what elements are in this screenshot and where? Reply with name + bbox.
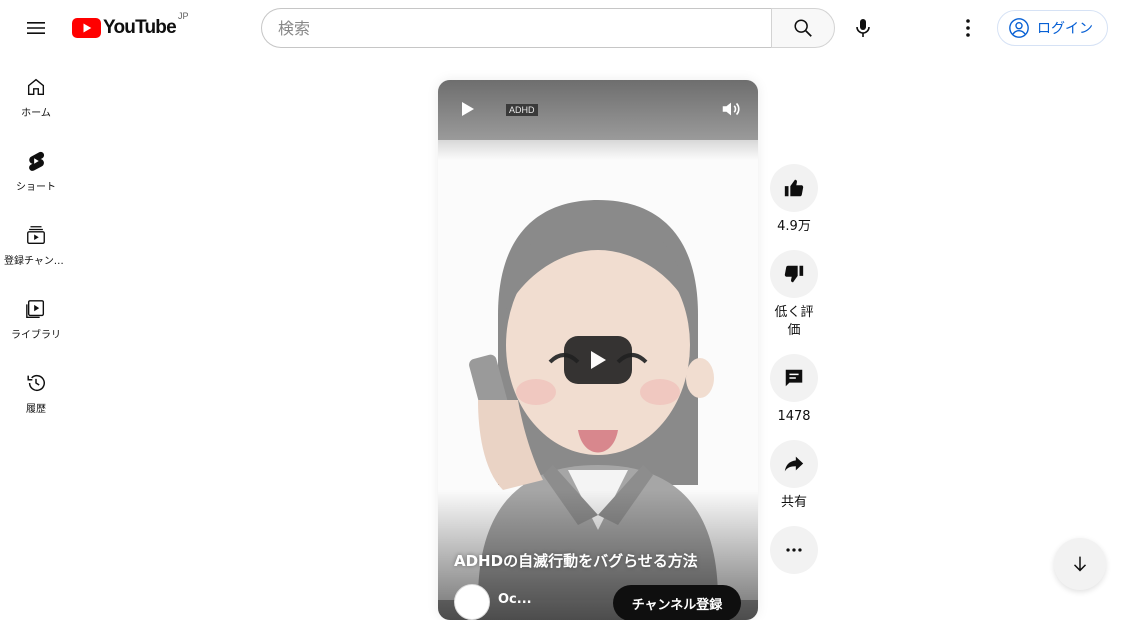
arrow-down-icon: [1073, 556, 1087, 572]
sidebar-item-subscriptions[interactable]: 登録チャンネル: [0, 204, 72, 278]
sidebar-item-shorts[interactable]: ショート: [0, 130, 72, 204]
more-options-button[interactable]: [770, 526, 818, 574]
library-icon: [26, 300, 45, 318]
login-label: ログイン: [1037, 21, 1093, 37]
home-icon: [27, 78, 45, 96]
center-play-button[interactable]: [564, 336, 632, 384]
shorts-icon: [29, 151, 45, 171]
search-input[interactable]: [278, 18, 756, 38]
youtube-logo[interactable]: YouTube JP: [72, 11, 189, 40]
like-count: 4.9万: [777, 219, 811, 234]
dislike-button[interactable]: [770, 250, 818, 298]
sidebar-item-label: ホーム: [21, 108, 51, 119]
search-box: [261, 8, 772, 48]
top-header: YouTube JP ログイン: [0, 0, 1124, 56]
channel-avatar[interactable]: [454, 584, 490, 620]
dislike-action: 低く評価: [770, 250, 818, 340]
logo-region-code: JP: [178, 11, 189, 21]
sidebar-item-label: ショート: [16, 182, 56, 193]
sidebar-item-home[interactable]: ホーム: [0, 56, 72, 130]
share-icon: [784, 456, 804, 472]
microphone-icon: [856, 19, 870, 37]
account-icon: [1009, 18, 1029, 38]
top-gradient: [438, 80, 758, 160]
thumbs-down-icon: [784, 265, 804, 283]
voice-search-button[interactable]: [843, 8, 883, 48]
sidebar-item-label: ライブラリ: [11, 330, 61, 341]
share-action: 共有: [770, 440, 818, 512]
menu-button[interactable]: [16, 8, 56, 48]
hamburger-icon: [27, 22, 45, 34]
like-action: 4.9万: [770, 164, 818, 236]
login-button[interactable]: ログイン: [997, 10, 1108, 46]
sidebar-item-label: 登録チャンネル: [4, 256, 68, 267]
subscribe-button[interactable]: チャンネル登録: [613, 585, 741, 620]
more-horizontal-icon: [786, 548, 802, 552]
subscriptions-icon: [27, 226, 45, 244]
dislike-label: 低く評価: [774, 305, 814, 338]
volume-button[interactable]: [720, 98, 742, 124]
logo-wordmark: YouTube: [103, 17, 177, 38]
sidebar-item-library[interactable]: ライブラリ: [0, 278, 72, 352]
video-tag: ADHD: [506, 104, 538, 116]
play-icon: [462, 102, 474, 116]
volume-icon: [722, 102, 740, 116]
settings-more-button[interactable]: [948, 8, 988, 48]
video-title[interactable]: ADHDの自滅行動をバグらせる方法: [454, 550, 698, 571]
play-toggle-button[interactable]: [460, 100, 476, 122]
more-vertical-icon: [966, 19, 970, 37]
thumbs-up-icon: [784, 179, 804, 197]
next-video-button[interactable]: [1054, 538, 1106, 590]
shorts-video-player[interactable]: ADHD ADHDの自滅行動をバグらせる方法 Oc... チャンネル登録: [438, 80, 758, 620]
youtube-play-icon: [72, 18, 101, 38]
share-button[interactable]: [770, 440, 818, 488]
search-button[interactable]: [771, 8, 835, 48]
shorts-actions: 4.9万 低く評価 1478 共有: [770, 164, 818, 588]
play-icon: [591, 351, 606, 369]
comment-action: 1478: [770, 354, 818, 426]
comment-icon: [785, 369, 803, 387]
comment-count: 1478: [777, 409, 811, 424]
share-label: 共有: [780, 495, 807, 510]
sidebar-nav: ホーム ショート 登録チャンネル ライブラリ 履歴: [0, 56, 72, 426]
sidebar-item-history[interactable]: 履歴: [0, 352, 72, 426]
comments-button[interactable]: [770, 354, 818, 402]
more-action: [770, 526, 818, 574]
history-icon: [27, 375, 45, 392]
like-button[interactable]: [770, 164, 818, 212]
search-icon: [794, 19, 812, 37]
sidebar-item-label: 履歴: [26, 404, 46, 415]
